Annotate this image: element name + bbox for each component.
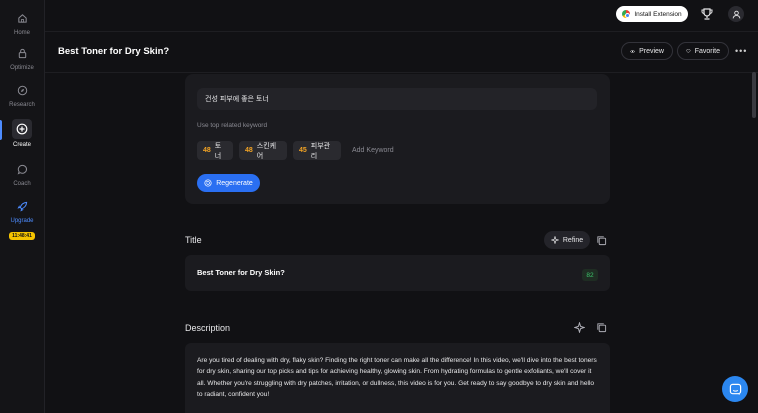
page-title: Best Toner for Dry Skin?: [58, 46, 170, 57]
keyword-chip[interactable]: 48 스킨케어: [239, 141, 287, 160]
user-icon: [732, 10, 740, 18]
regenerate-button[interactable]: Regenerate: [197, 174, 260, 192]
sidebar-item-create[interactable]: Create: [0, 119, 44, 148]
chat-bubble-icon: [729, 383, 741, 395]
favorite-label: Favorite: [694, 47, 720, 55]
refresh-icon: [204, 179, 212, 187]
title-card[interactable]: Best Toner for Dry Skin? 82: [185, 255, 610, 291]
keyword-chip[interactable]: 48 토너: [197, 141, 233, 160]
refine-label: Refine: [562, 236, 584, 244]
keyword-input[interactable]: 건성 피부에 좋은 토너: [197, 88, 597, 110]
keyword-word: 스킨케어: [256, 142, 277, 160]
sparkle-icon: [550, 236, 559, 244]
preview-label: Preview: [639, 47, 664, 55]
home-icon: [13, 9, 31, 27]
sidebar: Home Optimize Research Create Coach Upgr…: [0, 0, 45, 413]
description-card[interactable]: Are you tired of dealing with dry, flaky…: [185, 343, 610, 413]
title-text: Best Toner for Dry Skin?: [197, 268, 285, 277]
sidebar-item-label: Optimize: [10, 65, 34, 71]
copy-title-icon[interactable]: [595, 234, 607, 246]
sparkle-icon[interactable]: [573, 321, 585, 333]
user-avatar-button[interactable]: [728, 6, 744, 22]
scrollbar[interactable]: [752, 72, 756, 118]
sidebar-item-research[interactable]: Research: [0, 81, 44, 108]
description-text: Are you tired of dealing with dry, flaky…: [197, 357, 597, 398]
sidebar-item-coach[interactable]: Coach: [0, 160, 44, 187]
sidebar-item-label: Research: [9, 102, 35, 108]
main-content: 건성 피부에 좋은 토너 Use top related keyword 48 …: [45, 72, 750, 413]
upgrade-timer-badge: 11:48:41: [9, 232, 35, 240]
sidebar-item-label: Coach: [13, 181, 31, 187]
title-section-heading: Title: [185, 235, 202, 245]
trophy-icon[interactable]: [700, 7, 714, 26]
install-extension-button[interactable]: Install Extension: [616, 6, 688, 22]
keyword-card: 건성 피부에 좋은 토너 Use top related keyword 48 …: [185, 74, 610, 204]
heart-icon: [686, 49, 691, 54]
eye-icon: [630, 49, 636, 53]
sidebar-item-home[interactable]: Home: [0, 9, 44, 36]
plus-circle-icon: [12, 119, 32, 139]
regenerate-label: Regenerate: [216, 179, 253, 187]
refine-button[interactable]: Refine: [544, 231, 590, 249]
sidebar-item-label: Create: [12, 142, 31, 148]
keyword-score: 48: [245, 147, 253, 154]
add-keyword-button[interactable]: Add Keyword: [352, 147, 394, 154]
description-section-heading: Description: [185, 323, 231, 333]
chat-support-button[interactable]: [722, 376, 748, 402]
keyword-score: 45: [299, 147, 307, 154]
more-options-icon[interactable]: •••: [735, 46, 747, 56]
keyword-word: 피부관리: [310, 142, 331, 160]
title-score-badge: 82: [582, 269, 598, 281]
sidebar-item-label: Upgrade: [10, 218, 34, 224]
lock-icon: [13, 44, 31, 62]
chrome-icon: [622, 10, 631, 18]
preview-button[interactable]: Preview: [621, 42, 673, 60]
chat-icon: [13, 160, 31, 178]
rocket-icon: [13, 197, 31, 215]
keyword-hint: Use top related keyword: [197, 122, 268, 129]
sidebar-item-optimize[interactable]: Optimize: [0, 44, 44, 71]
sidebar-item-label: Home: [13, 30, 30, 36]
install-extension-label: Install Extension: [634, 10, 682, 18]
sidebar-item-upgrade[interactable]: Upgrade 11:48:41: [0, 197, 44, 242]
copy-description-icon[interactable]: [595, 321, 607, 333]
keyword-chip[interactable]: 45 피부관리: [293, 141, 341, 160]
keyword-score: 48: [203, 147, 211, 154]
favorite-button[interactable]: Favorite: [677, 42, 729, 60]
compass-icon: [13, 81, 31, 99]
page-header: Best Toner for Dry Skin? Preview Favorit…: [45, 31, 758, 73]
keyword-word: 토너: [214, 142, 222, 160]
